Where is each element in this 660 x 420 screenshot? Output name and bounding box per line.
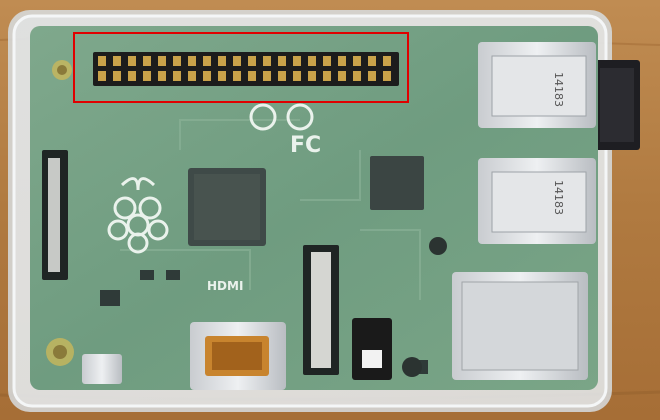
gpio-highlight-box [73,32,409,103]
audio-jack [352,318,392,380]
usb-label-bottom: 14183 [552,180,565,215]
hdmi-label: HDMI [207,279,243,293]
lan-chip [370,156,424,210]
micro-usb-port [82,354,122,384]
usb-port-top: 14183 [478,42,596,128]
usb-label-top: 14183 [552,72,565,107]
photo-scene: FC HDMI 14183 14183 [0,0,660,420]
usb-port-bottom: 14183 [478,158,596,244]
fcc-mark: FC [290,133,321,158]
